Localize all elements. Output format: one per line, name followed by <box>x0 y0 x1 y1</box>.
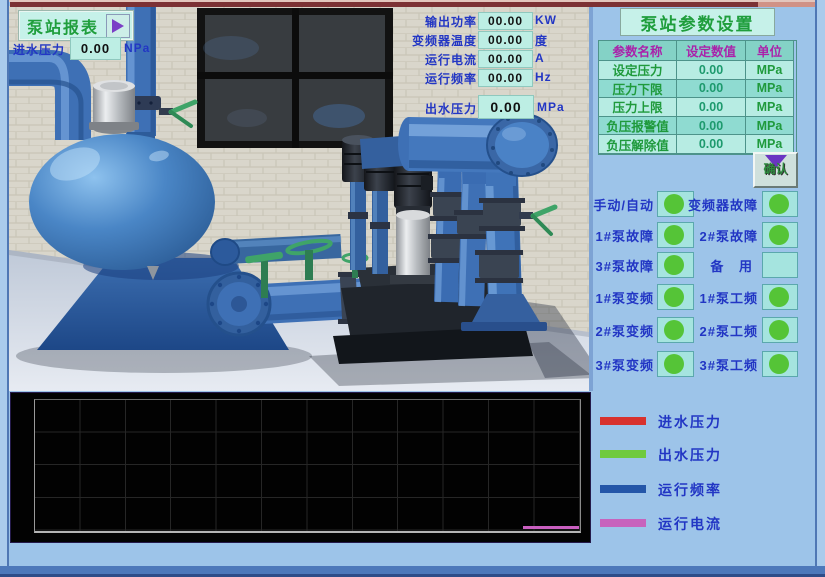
legend-swatch-inlet <box>600 417 646 425</box>
output-power-unit: KW <box>535 13 557 27</box>
setting-row-value[interactable]: 0.00 <box>677 135 746 154</box>
indicator-lamp <box>762 222 798 248</box>
indicator-lamp <box>762 351 798 377</box>
outlet-pressure-unit: MPa <box>537 100 565 114</box>
lamp-dot <box>769 194 789 214</box>
pump-silver-body <box>390 206 436 284</box>
indicator-label-pump1-mains: 1#泵工频 <box>668 288 758 307</box>
setting-row-unit: MPa <box>746 98 794 117</box>
legend-label-frequency: 运行频率 <box>658 480 722 500</box>
running-current-label: 运行电流 <box>382 51 477 68</box>
output-power-label: 输出功率 <box>382 13 477 30</box>
indicator-label-pump3-fault: 3#泵故障 <box>560 256 654 275</box>
settings-col-value: 设定数值 <box>677 41 746 61</box>
trend-chart <box>10 392 591 543</box>
right-frame-border <box>815 0 825 577</box>
outlet-pressure-value: 0.00 <box>478 95 534 119</box>
indicator-label-pump3-mains: 3#泵工频 <box>668 355 758 374</box>
inverter-temp-label: 变频器温度 <box>382 32 477 49</box>
confirm-button-label: 确认 <box>763 160 787 177</box>
bottom-frame-bar <box>0 566 825 574</box>
running-current-trace <box>523 526 579 529</box>
legend-label-outlet: 出水压力 <box>658 445 722 465</box>
indicator-label-pump2-mains: 2#泵工频 <box>668 321 758 340</box>
indicator-label-manual-auto: 手动/自动 <box>560 195 654 214</box>
top-strip <box>10 2 758 7</box>
indicator-label-pump2-fault: 2#泵故障 <box>668 226 758 245</box>
tank-air-vessel <box>89 80 139 134</box>
indicator-label-pump2-vfd: 2#泵变频 <box>560 321 654 340</box>
lamp-dot <box>769 287 789 307</box>
running-frequency-unit: Hz <box>535 70 552 84</box>
running-frequency-value: 00.00 <box>478 69 533 87</box>
legend-swatch-outlet <box>600 450 646 458</box>
pump-station-hmi: 泵站报表 进水压力 0.00 NPa 输出功率 00.00 KW 变频器温度 0… <box>0 0 825 577</box>
inlet-pressure-unit: NPa <box>124 41 150 55</box>
setting-row-name: 设定压力 <box>599 61 677 80</box>
setting-row-value[interactable]: 0.00 <box>677 80 746 99</box>
setting-row-unit: MPa <box>746 61 794 80</box>
window <box>197 8 393 148</box>
legend-label-current: 运行电流 <box>658 514 722 534</box>
indicator-lamp <box>762 191 798 217</box>
setting-row-unit: MPa <box>746 117 794 136</box>
indicator-lamp <box>762 317 798 343</box>
indicator-label-spare: 备 用 <box>668 256 758 275</box>
settings-col-unit: 单位 <box>746 41 794 61</box>
running-current-value: 00.00 <box>478 50 533 68</box>
settings-panel-title: 泵站参数设置 <box>620 8 775 36</box>
indicator-lamp <box>762 252 798 278</box>
indicator-label-pump3-vfd: 3#泵变频 <box>560 355 654 374</box>
inverter-temp-value: 00.00 <box>478 31 533 49</box>
setting-row-name: 负压报警值 <box>599 117 677 136</box>
legend-label-inlet: 进水压力 <box>658 412 722 432</box>
legend-swatch-frequency <box>600 485 646 493</box>
lamp-dot <box>769 354 789 374</box>
indicator-label-pump1-fault: 1#泵故障 <box>560 226 654 245</box>
inlet-pressure-value: 0.00 <box>70 37 121 60</box>
left-frame-border <box>0 0 9 577</box>
setting-row-value[interactable]: 0.00 <box>677 98 746 117</box>
settings-col-name: 参数名称 <box>599 41 677 61</box>
inlet-pressure-label: 进水压力 <box>13 41 65 58</box>
indicator-label-inverter-fault: 变频器故障 <box>668 195 758 214</box>
settings-table: 参数名称 设定数值 单位 设定压力 0.00 MPa 压力下限 0.00 MPa… <box>598 40 797 155</box>
outlet-pressure-label: 出水压力 <box>413 100 477 117</box>
lamp-dot <box>769 320 789 340</box>
report-button-label: 泵站报表 <box>20 14 106 38</box>
play-icon[interactable] <box>106 14 130 38</box>
legend-swatch-current <box>600 519 646 527</box>
setting-row-name: 压力上限 <box>599 98 677 117</box>
inverter-temp-unit: 度 <box>535 32 548 49</box>
top-strip-end <box>758 2 815 7</box>
output-power-value: 00.00 <box>478 12 533 30</box>
setting-row-unit: MPa <box>746 80 794 99</box>
report-button[interactable]: 泵站报表 <box>19 11 133 40</box>
indicator-lamp <box>762 284 798 310</box>
indicator-label-pump1-vfd: 1#泵变频 <box>560 288 654 307</box>
setting-row-name: 压力下限 <box>599 80 677 99</box>
lamp-dot <box>769 225 789 245</box>
running-current-unit: A <box>535 51 545 65</box>
trend-chart-grid <box>34 399 581 533</box>
confirm-button[interactable]: 确认 <box>753 152 798 188</box>
header-end-cap <box>487 114 557 176</box>
setting-row-name: 负压解除值 <box>599 135 677 154</box>
setting-row-value[interactable]: 0.00 <box>677 117 746 136</box>
setting-row-value[interactable]: 0.00 <box>677 61 746 80</box>
running-frequency-label: 运行频率 <box>382 70 477 87</box>
